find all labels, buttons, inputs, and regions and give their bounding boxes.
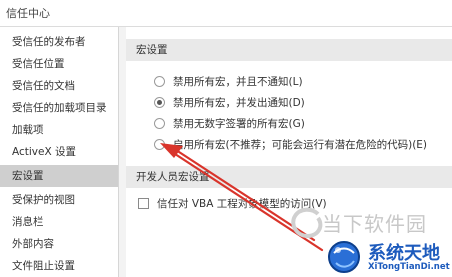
watermark-xitongtiandi: 系统天地 XiTongTianDi.net: [296, 237, 452, 277]
watermark-downxia: 当下软件园: [278, 202, 452, 242]
watermark-text-1: 当下软件园: [322, 212, 427, 236]
globe-logo-icon: [328, 241, 360, 273]
watermark-url: XiTongTianDi.net: [368, 262, 450, 272]
